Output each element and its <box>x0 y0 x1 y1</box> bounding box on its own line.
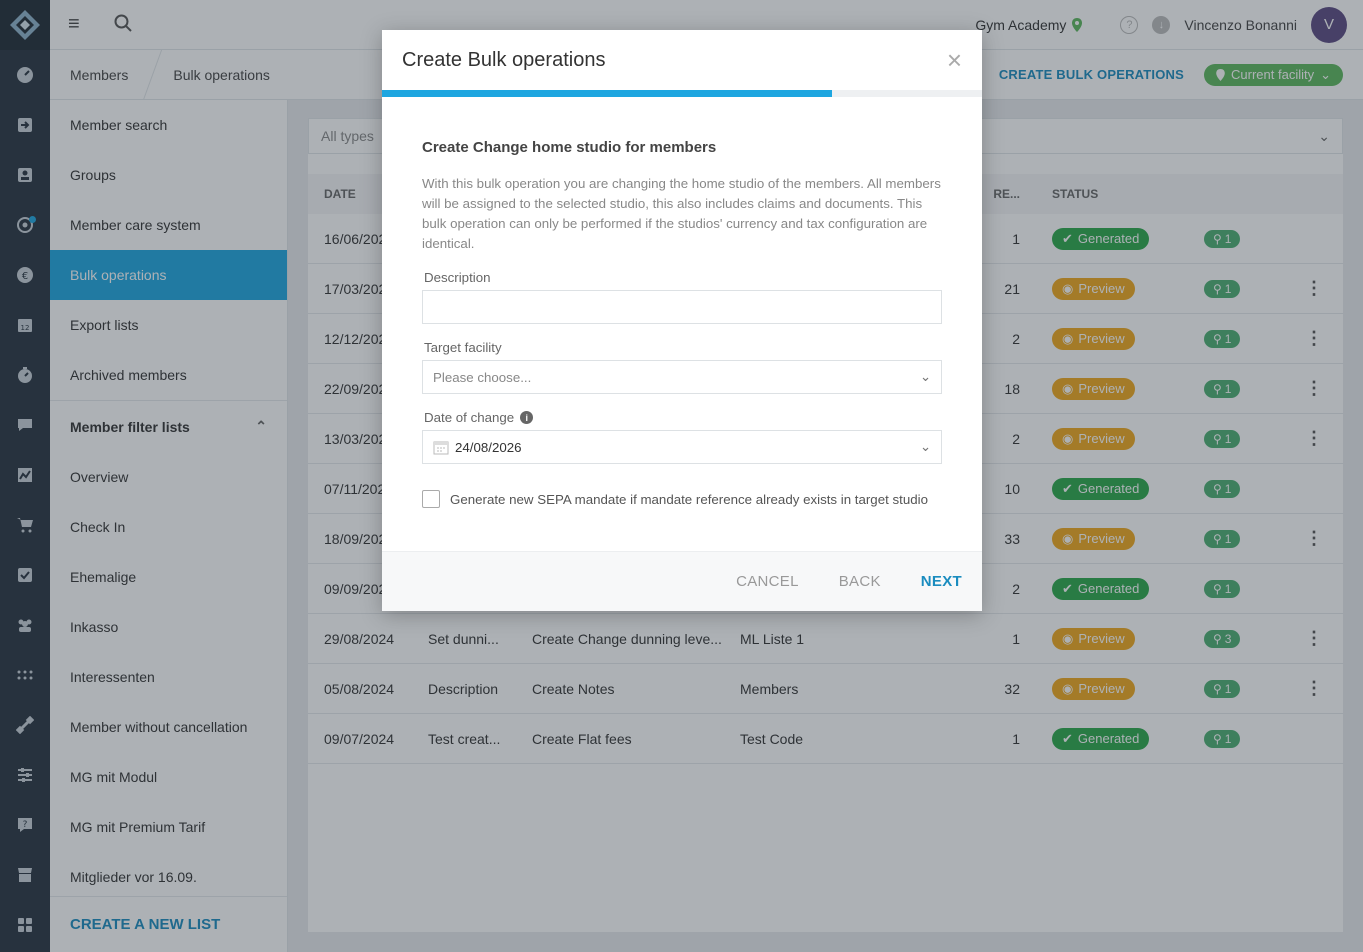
wizard-progress-bar <box>382 90 982 97</box>
sepa-mandate-label: Generate new SEPA mandate if mandate ref… <box>450 491 928 507</box>
target-facility-placeholder: Please choose... <box>433 369 532 385</box>
description-label: Description <box>424 270 491 285</box>
calendar-icon <box>433 441 449 455</box>
description-input[interactable] <box>422 290 942 324</box>
create-bulk-operations-dialog: Create Bulk operations × Create Change h… <box>382 30 982 611</box>
operation-description: With this bulk operation you are changin… <box>422 176 941 251</box>
target-facility-label: Target facility <box>424 340 502 355</box>
dialog-footer: CANCEL BACK NEXT <box>382 551 982 611</box>
chevron-down-icon: ⌄ <box>919 439 931 454</box>
dialog-body: Create Change home studio for members Wi… <box>382 97 982 508</box>
close-icon[interactable]: × <box>947 47 962 73</box>
next-button[interactable]: NEXT <box>921 573 962 590</box>
back-button[interactable]: BACK <box>839 573 881 590</box>
sepa-mandate-option[interactable]: Generate new SEPA mandate if mandate ref… <box>422 490 942 508</box>
date-of-change-picker[interactable]: 24/08/2026 ⌄ <box>422 430 942 464</box>
date-of-change-label: Date of change i <box>422 410 942 425</box>
operation-title: Create Change home studio for members <box>422 139 717 156</box>
date-of-change-value: 24/08/2026 <box>455 439 522 455</box>
info-icon[interactable]: i <box>520 411 534 424</box>
progress-fill <box>382 90 832 97</box>
chevron-down-icon: ⌄ <box>919 369 931 384</box>
cancel-button[interactable]: CANCEL <box>736 573 799 590</box>
sepa-mandate-checkbox[interactable] <box>422 490 440 508</box>
dialog-title: Create Bulk operations <box>402 48 606 71</box>
dialog-header: Create Bulk operations × <box>382 30 982 90</box>
target-facility-select[interactable]: Please choose... ⌄ <box>422 360 942 394</box>
